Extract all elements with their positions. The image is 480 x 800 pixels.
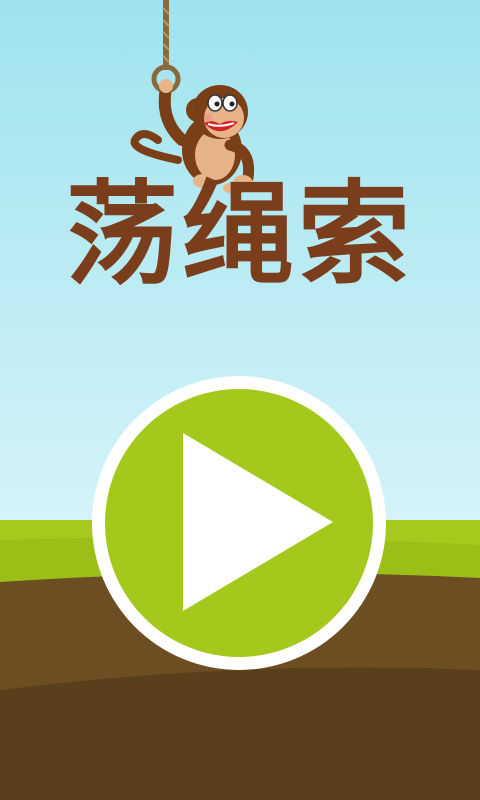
play-icon[interactable] bbox=[92, 376, 386, 670]
game-start-screen: 荡绳索 bbox=[0, 0, 480, 800]
dirt-ground-dark bbox=[0, 667, 480, 800]
game-title: 荡绳索 bbox=[66, 170, 414, 300]
play-button[interactable] bbox=[92, 376, 386, 670]
monkey-on-rope-illustration bbox=[130, 0, 255, 194]
